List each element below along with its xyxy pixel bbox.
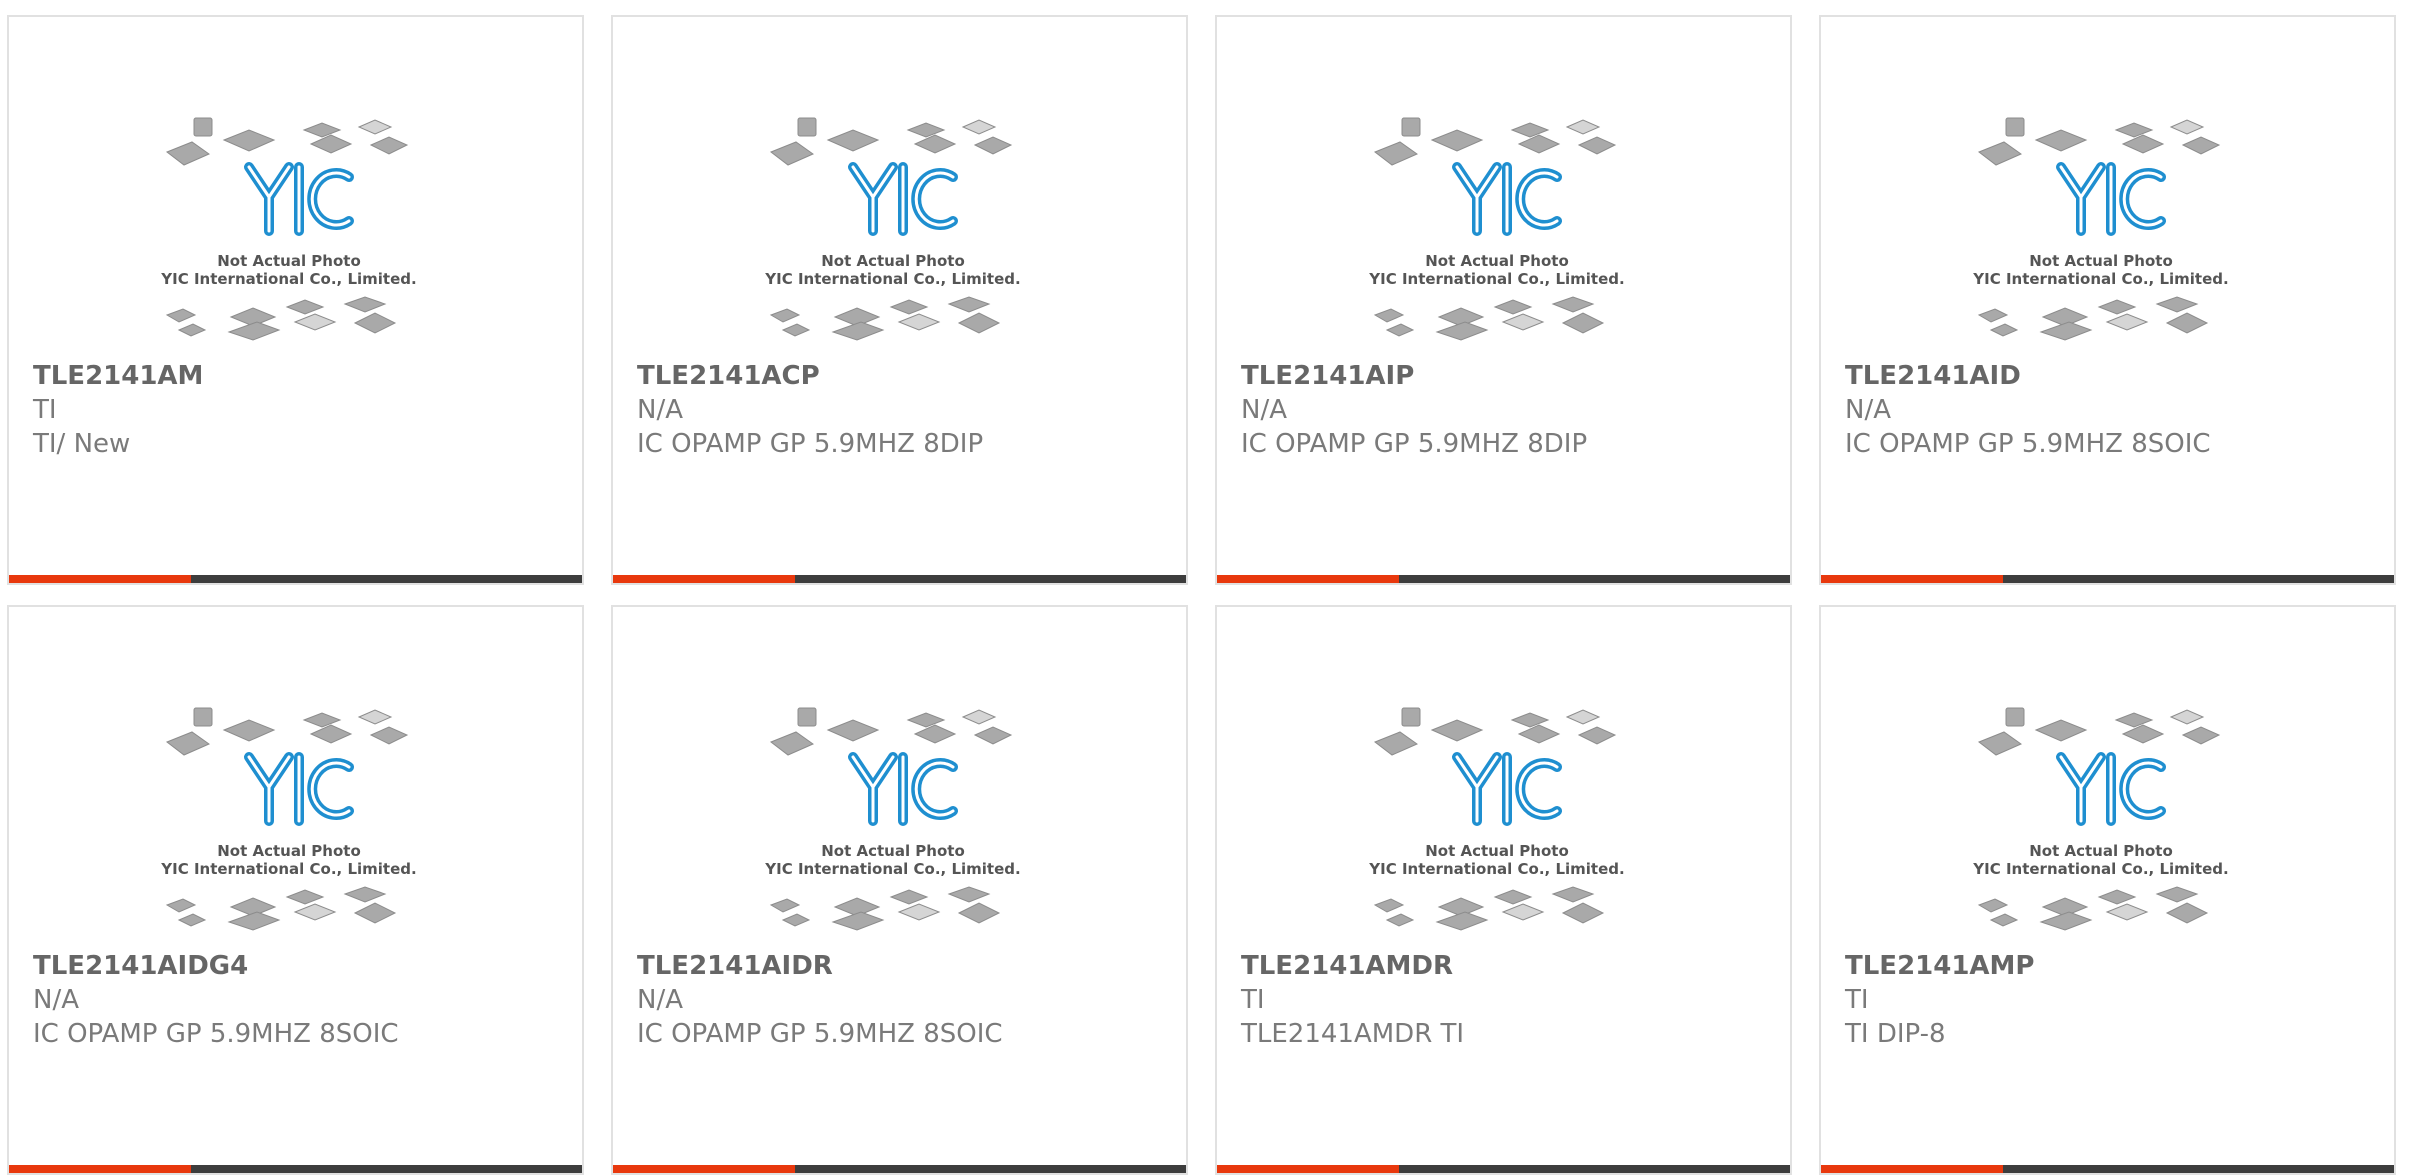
manufacturer: TI (33, 395, 57, 425)
card-bottom-bar (1217, 1165, 1790, 1173)
description: IC OPAMP GP 5.9MHZ 8DIP (1241, 429, 1588, 459)
placeholder-line1: Not Actual Photo (1425, 252, 1569, 270)
placeholder-line2: YIC International Co., Limited. (1368, 860, 1624, 878)
yic-logo-icon (2056, 752, 2166, 826)
chip-packages-icon: Not Actual Photo YIC International Co., … (764, 117, 1021, 341)
part-number[interactable]: TLE2141AIP (1241, 361, 1414, 391)
placeholder-photo: Not Actual Photo YIC International Co., … (1217, 17, 1790, 341)
card-accent-bar (1821, 1165, 2003, 1173)
description: IC OPAMP GP 5.9MHZ 8SOIC (33, 1019, 399, 1049)
manufacturer: N/A (33, 985, 79, 1015)
card-accent-bar (613, 575, 795, 583)
manufacturer: N/A (637, 395, 683, 425)
yic-logo-icon (1452, 752, 1562, 826)
placeholder-line2: YIC International Co., Limited. (1368, 270, 1624, 288)
chip-packages-icon: Not Actual Photo YIC International Co., … (1368, 707, 1625, 931)
placeholder-line1: Not Actual Photo (821, 842, 965, 860)
card-bottom-bar (1821, 575, 2394, 583)
part-number[interactable]: TLE2141AID (1845, 361, 2021, 391)
yic-logo-icon (2056, 162, 2166, 236)
card-bottom-bar (613, 1165, 1186, 1173)
product-card[interactable]: Not Actual Photo YIC International Co., … (611, 605, 1188, 1175)
manufacturer: N/A (1241, 395, 1287, 425)
chip-packages-icon: Not Actual Photo YIC International Co., … (1972, 117, 2229, 341)
placeholder-line1: Not Actual Photo (2029, 252, 2173, 270)
manufacturer: TI (1845, 985, 1869, 1015)
placeholder-photo: Not Actual Photo YIC International Co., … (613, 607, 1186, 931)
placeholder-photo: Not Actual Photo YIC International Co., … (9, 607, 582, 931)
part-number[interactable]: TLE2141AMP (1845, 951, 2034, 981)
placeholder-line2: YIC International Co., Limited. (160, 860, 416, 878)
card-accent-bar (1217, 575, 1399, 583)
chip-packages-icon: Not Actual Photo YIC International Co., … (160, 707, 417, 931)
manufacturer: N/A (637, 985, 683, 1015)
product-card[interactable]: Not Actual Photo YIC International Co., … (1819, 15, 2396, 585)
card-accent-bar (1821, 575, 2003, 583)
placeholder-line2: YIC International Co., Limited. (764, 860, 1020, 878)
yic-logo-icon (1452, 162, 1562, 236)
card-bottom-bar (613, 575, 1186, 583)
card-bottom-bar (9, 1165, 582, 1173)
part-number[interactable]: TLE2141AIDG4 (33, 951, 248, 981)
yic-logo-icon (848, 162, 958, 236)
placeholder-photo: Not Actual Photo YIC International Co., … (1821, 17, 2394, 341)
placeholder-line2: YIC International Co., Limited. (160, 270, 416, 288)
placeholder-photo: Not Actual Photo YIC International Co., … (613, 17, 1186, 341)
description: TLE2141AMDR TI (1241, 1019, 1465, 1049)
placeholder-photo: Not Actual Photo YIC International Co., … (1217, 607, 1790, 931)
product-card[interactable]: Not Actual Photo YIC International Co., … (1215, 15, 1792, 585)
description: IC OPAMP GP 5.9MHZ 8SOIC (637, 1019, 1003, 1049)
description: IC OPAMP GP 5.9MHZ 8SOIC (1845, 429, 2211, 459)
product-card[interactable]: Not Actual Photo YIC International Co., … (7, 605, 584, 1175)
part-number[interactable]: TLE2141ACP (637, 361, 820, 391)
placeholder-line1: Not Actual Photo (2029, 842, 2173, 860)
manufacturer: N/A (1845, 395, 1891, 425)
part-number[interactable]: TLE2141AM (33, 361, 203, 391)
chip-packages-icon: Not Actual Photo YIC International Co., … (160, 117, 417, 341)
placeholder-line1: Not Actual Photo (217, 252, 361, 270)
card-accent-bar (9, 1165, 191, 1173)
placeholder-photo: Not Actual Photo YIC International Co., … (1821, 607, 2394, 931)
placeholder-photo: Not Actual Photo YIC International Co., … (9, 17, 582, 341)
product-card[interactable]: Not Actual Photo YIC International Co., … (1819, 605, 2396, 1175)
chip-packages-icon: Not Actual Photo YIC International Co., … (1972, 707, 2229, 931)
placeholder-line2: YIC International Co., Limited. (1972, 270, 2228, 288)
description: IC OPAMP GP 5.9MHZ 8DIP (637, 429, 984, 459)
placeholder-line1: Not Actual Photo (217, 842, 361, 860)
placeholder-line2: YIC International Co., Limited. (1972, 860, 2228, 878)
product-card[interactable]: Not Actual Photo YIC International Co., … (7, 15, 584, 585)
placeholder-line1: Not Actual Photo (821, 252, 965, 270)
yic-logo-icon (244, 162, 354, 236)
description: TI/ New (33, 429, 131, 459)
card-bottom-bar (1821, 1165, 2394, 1173)
manufacturer: TI (1241, 985, 1265, 1015)
card-accent-bar (1217, 1165, 1399, 1173)
card-bottom-bar (9, 575, 582, 583)
placeholder-line2: YIC International Co., Limited. (764, 270, 1020, 288)
product-card[interactable]: Not Actual Photo YIC International Co., … (1215, 605, 1792, 1175)
part-number[interactable]: TLE2141AIDR (637, 951, 833, 981)
yic-logo-icon (244, 752, 354, 826)
part-number[interactable]: TLE2141AMDR (1241, 951, 1453, 981)
card-accent-bar (613, 1165, 795, 1173)
chip-packages-icon: Not Actual Photo YIC International Co., … (764, 707, 1021, 931)
card-bottom-bar (1217, 575, 1790, 583)
product-card[interactable]: Not Actual Photo YIC International Co., … (611, 15, 1188, 585)
placeholder-line1: Not Actual Photo (1425, 842, 1569, 860)
product-grid: Not Actual Photo YIC International Co., … (0, 0, 2410, 1175)
chip-packages-icon: Not Actual Photo YIC International Co., … (1368, 117, 1625, 341)
description: TI DIP-8 (1845, 1019, 1946, 1049)
card-accent-bar (9, 575, 191, 583)
yic-logo-icon (848, 752, 958, 826)
